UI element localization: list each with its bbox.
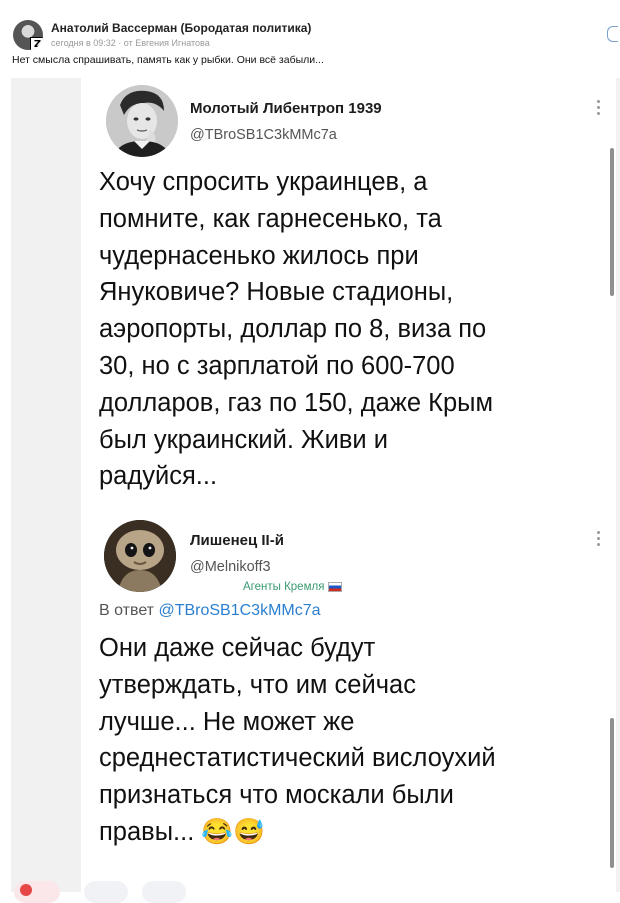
tweet1-line: аэропорты, доллар по 8, виза по [99, 315, 487, 344]
post-image[interactable]: Молотый Либентроп 1939 @TBroSB1C3kMMc7a … [11, 78, 620, 892]
alien-photo-icon [104, 520, 176, 592]
share-button[interactable] [142, 881, 186, 903]
post-meta: сегодня в 09:32 · от Евгения Игнатова [51, 38, 210, 48]
tweet2-line: лучше... Не может же [99, 707, 355, 736]
post-header: Z Анатолий Вассерман (Бородатая политика… [0, 0, 620, 78]
tweet2-line: правы... 😂😅 [99, 814, 496, 851]
tweet2-label-text: Агенты Кремля [243, 581, 325, 593]
post-caption: Нет смысла спрашивать, память как у рыбк… [12, 54, 324, 66]
emoji-icon: 😂😅 [201, 817, 265, 846]
reply-handle: @TBroSB1C3kMMc7a [158, 602, 321, 619]
tweet1-line: Януковиче? Новые стадионы, [99, 278, 454, 307]
tweet-screenshot: Молотый Либентроп 1939 @TBroSB1C3kMMc7a … [81, 78, 616, 892]
tweet2-line: признаться что москали были [99, 781, 454, 810]
post-actions [0, 879, 620, 903]
tweet1-line: 30, но с зарплатой по 600-700 [99, 351, 455, 380]
tweet1-author-name: Молотый Либентроп 1939 [190, 100, 382, 117]
tweet2-line: Они даже сейчас будут [99, 634, 376, 662]
tweet2-line: утверждать, что им сейчас [99, 670, 416, 699]
more-options-icon [597, 100, 600, 118]
tweet1-line: Хочу спросить украинцев, а [99, 168, 428, 196]
tweet2-text: Они даже сейчас будут утверждать, что им… [99, 630, 496, 851]
tweet1-line: был украинский. Живи и [99, 425, 388, 454]
tweet2-author-name: Лишенец II-й [190, 532, 284, 549]
author-name[interactable]: Анатолий Вассерман (Бородатая политика) [51, 21, 311, 35]
like-button[interactable] [14, 881, 60, 903]
scrollbar [610, 148, 614, 296]
share-edge-icon[interactable] [607, 26, 618, 42]
z-badge-icon: Z [30, 37, 43, 50]
heart-icon [20, 884, 32, 896]
tweet2-line: среднестатистический вислоухий [99, 744, 496, 773]
tweet-avatar-alien [104, 520, 176, 592]
tweet2-line-end: правы... [99, 817, 195, 846]
tweet1-text: Хочу спросить украинцев, а помните, как … [99, 164, 493, 495]
tweet1-line: радуйся... [99, 462, 218, 491]
tweet1-line: долларов, газ по 150, даже Крым [99, 388, 494, 417]
boy-photo-icon [106, 85, 178, 157]
tweet2-handle: @Melnikoff3 [190, 559, 271, 575]
author-avatar[interactable]: Z [13, 20, 43, 50]
reply-prefix: В ответ [99, 602, 155, 619]
tweet2-label: Агенты Кремля [243, 581, 343, 593]
tweet1-handle: @TBroSB1C3kMMc7a [190, 127, 337, 143]
tweet1-line: чудернасенько жилось при [99, 241, 419, 270]
tweet-avatar-boy [106, 85, 178, 157]
more-options-icon [597, 531, 600, 549]
reply-to-line: В ответ @TBroSB1C3kMMc7a [99, 602, 321, 620]
russian-flag-icon [328, 581, 343, 592]
tweet1-line: помните, как гарнесенько, та [99, 204, 442, 233]
comment-button[interactable] [84, 881, 128, 903]
scrollbar [610, 718, 614, 868]
